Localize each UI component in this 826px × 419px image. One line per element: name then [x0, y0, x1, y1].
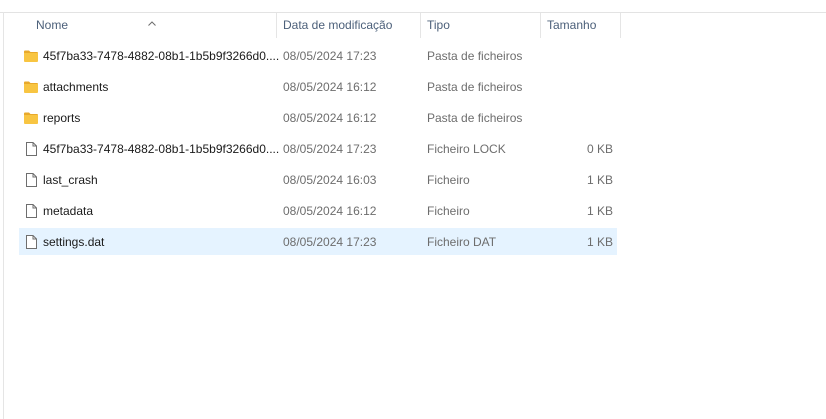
- folder-icon: [24, 112, 38, 124]
- file-type: Ficheiro LOCK: [427, 142, 506, 156]
- file-name: metadata: [43, 204, 94, 218]
- file-row[interactable]: metadata 08/05/2024 16:12 Ficheiro 1 KB: [19, 197, 617, 224]
- column-header-size-label: Tamanho: [547, 18, 597, 32]
- column-header-date-label: Data de modificação: [283, 18, 393, 32]
- column-divider[interactable]: [276, 13, 277, 38]
- file-row[interactable]: reports 08/05/2024 16:12 Pasta de fichei…: [19, 104, 617, 131]
- file-row[interactable]: last_crash 08/05/2024 16:03 Ficheiro 1 K…: [19, 166, 617, 193]
- pane-left-border: [3, 12, 4, 419]
- column-header-type[interactable]: Tipo: [427, 13, 539, 38]
- column-header-name-label: Nome: [36, 18, 69, 32]
- file-icon: [26, 142, 37, 156]
- column-header-date[interactable]: Data de modificação: [283, 13, 419, 38]
- file-icon: [26, 173, 37, 187]
- file-type: Ficheiro: [427, 173, 470, 187]
- sort-ascending-icon: [148, 21, 156, 26]
- file-date-modified: 08/05/2024 17:23: [283, 142, 377, 156]
- file-date-modified: 08/05/2024 16:12: [283, 80, 377, 94]
- file-name: reports: [43, 111, 81, 125]
- file-icon: [26, 235, 37, 249]
- file-name: attachments: [43, 80, 109, 94]
- file-icon: [26, 204, 37, 218]
- column-divider[interactable]: [420, 13, 421, 38]
- file-type: Pasta de ficheiros: [427, 80, 523, 94]
- file-name: 45f7ba33-7478-4882-08b1-1b5b9f3266d0....: [43, 142, 279, 156]
- file-row[interactable]: attachments 08/05/2024 16:12 Pasta de fi…: [19, 73, 617, 100]
- file-date-modified: 08/05/2024 17:23: [283, 235, 377, 249]
- file-type: Ficheiro DAT: [427, 235, 497, 249]
- file-name: 45f7ba33-7478-4882-08b1-1b5b9f3266d0....: [43, 49, 279, 63]
- file-size: [541, 73, 613, 100]
- file-name: last_crash: [43, 173, 98, 187]
- file-size: 0 KB: [586, 142, 613, 156]
- file-type: Pasta de ficheiros: [427, 49, 523, 63]
- file-list: 45f7ba33-7478-4882-08b1-1b5b9f3266d0....…: [19, 42, 617, 259]
- file-row[interactable]: 45f7ba33-7478-4882-08b1-1b5b9f3266d0....…: [19, 42, 617, 69]
- file-size: 1 KB: [586, 173, 613, 187]
- file-size: 1 KB: [586, 204, 613, 218]
- file-type: Pasta de ficheiros: [427, 111, 523, 125]
- folder-icon: [24, 50, 38, 62]
- column-divider[interactable]: [540, 13, 541, 38]
- file-row-selected[interactable]: settings.dat 08/05/2024 17:23 Ficheiro D…: [19, 228, 617, 255]
- file-date-modified: 08/05/2024 16:03: [283, 173, 377, 187]
- file-size: [541, 42, 613, 69]
- column-divider[interactable]: [620, 13, 621, 38]
- file-date-modified: 08/05/2024 16:12: [283, 111, 377, 125]
- file-explorer-details-view: Nome Data de modificação Tipo Tamanho 45…: [0, 0, 826, 419]
- column-header-type-label: Tipo: [427, 18, 450, 32]
- file-row[interactable]: 45f7ba33-7478-4882-08b1-1b5b9f3266d0....…: [19, 135, 617, 162]
- column-header-row: Nome Data de modificação Tipo Tamanho: [0, 13, 826, 38]
- file-date-modified: 08/05/2024 16:12: [283, 204, 377, 218]
- folder-icon: [24, 81, 38, 93]
- column-header-size[interactable]: Tamanho: [547, 13, 619, 38]
- file-size: [541, 104, 613, 131]
- file-type: Ficheiro: [427, 204, 470, 218]
- file-size: 1 KB: [586, 235, 613, 249]
- file-name: settings.dat: [43, 235, 105, 249]
- file-date-modified: 08/05/2024 17:23: [283, 49, 377, 63]
